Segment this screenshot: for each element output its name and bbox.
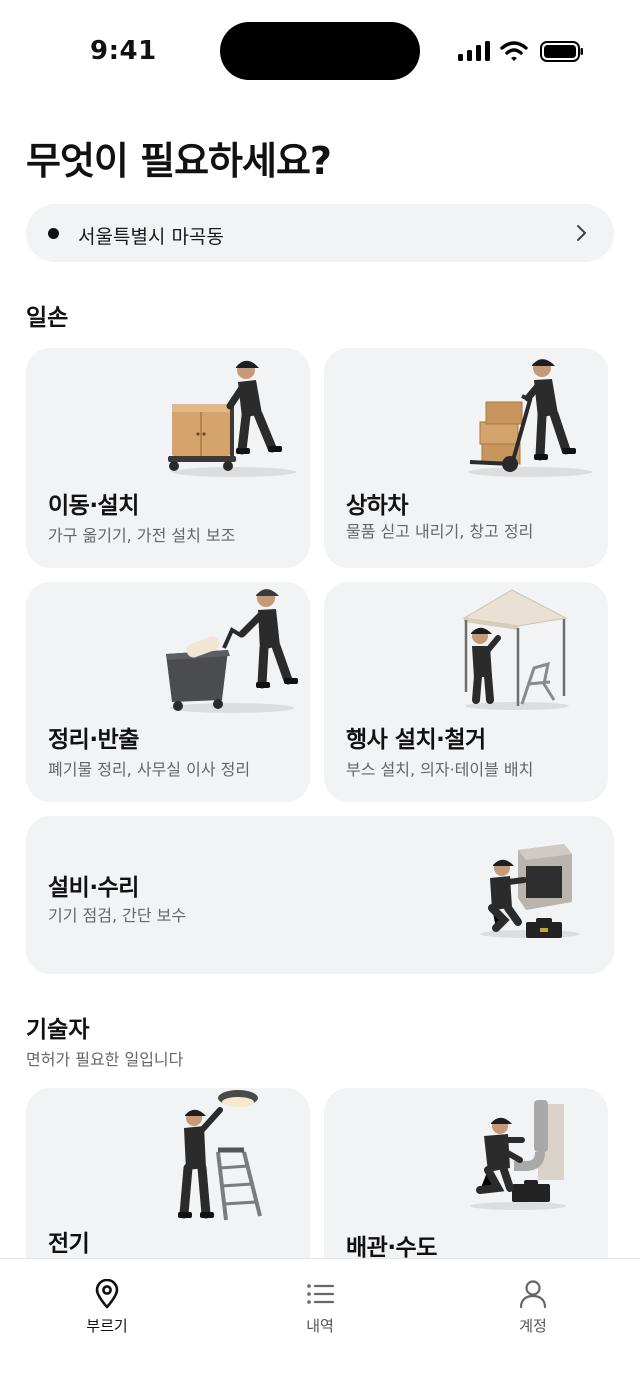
worker-hand-truck-boxes-icon [468,359,592,477]
electrician-ladder-lamp-icon [178,1090,262,1221]
card-description: 물품 싣고 내리기, 창고 정리 [346,522,534,541]
worker-pushing-cart-icon [166,589,298,713]
battery-icon [540,41,583,62]
card-title: 상하차 [346,493,408,519]
service-card-cleanup[interactable]: 정리·반출 폐기물 정리, 사무실 이사 정리 [26,582,310,802]
section-subtitle-technician: 면허가 필요한 일입니다 [26,1050,184,1069]
card-title: 행사 설치·철거 [346,727,486,753]
card-title: 배관·수도 [346,1235,437,1261]
dynamic-island [220,22,420,80]
worker-repairing-machine-icon [480,844,580,938]
location-pin-icon [95,1279,119,1309]
tab-history[interactable]: 내역 [260,1279,380,1349]
list-icon [307,1284,335,1304]
card-description: 폐기물 정리, 사무실 이사 정리 [48,760,251,779]
card-description: 가구 옮기기, 가전 설치 보조 [48,526,236,545]
tab-bar: 부르기 내역 계정 [0,1258,640,1391]
location-text: 서울특별시 마곡동 [78,226,224,248]
card-description: 기기 점검, 간단 보수 [48,906,187,925]
page-title: 무엇이 필요하세요? [26,139,332,183]
wifi-icon [500,41,528,61]
tab-label: 부르기 [86,1317,128,1335]
tab-label: 계정 [519,1317,547,1335]
card-title: 정리·반출 [48,727,139,753]
worker-pushing-cabinet-icon [168,360,296,477]
card-title: 전기 [48,1231,90,1257]
card-description: 부스 설치, 의자·테이블 배치 [346,760,534,779]
status-time: 9:41 [90,36,157,66]
service-card-event[interactable]: 행사 설치·철거 부스 설치, 의자·테이블 배치 [324,582,608,802]
section-title-technician: 기술자 [26,1017,90,1043]
service-card-loading[interactable]: 상하차 물품 싣고 내리기, 창고 정리 [324,348,608,568]
worker-tent-chair-icon [462,589,569,710]
section-title-labor: 일손 [26,305,69,331]
chevron-right-icon [577,225,586,241]
tab-label: 내역 [306,1317,334,1335]
tab-account[interactable]: 계정 [473,1279,593,1349]
status-bar: 9:41 [0,0,640,100]
service-card-moving[interactable]: 이동·설치 가구 옮기기, 가전 설치 보조 [26,348,310,568]
service-card-repair[interactable]: 설비·수리 기기 점검, 간단 보수 [26,816,614,974]
plumber-pipe-icon [470,1100,566,1210]
location-dot-icon [48,228,59,239]
card-title: 설비·수리 [48,875,139,901]
card-title: 이동·설치 [48,493,139,519]
person-icon [519,1280,547,1309]
signal-icon [458,41,490,61]
tab-call[interactable]: 부르기 [47,1279,167,1349]
location-selector[interactable]: 서울특별시 마곡동 [26,204,614,262]
